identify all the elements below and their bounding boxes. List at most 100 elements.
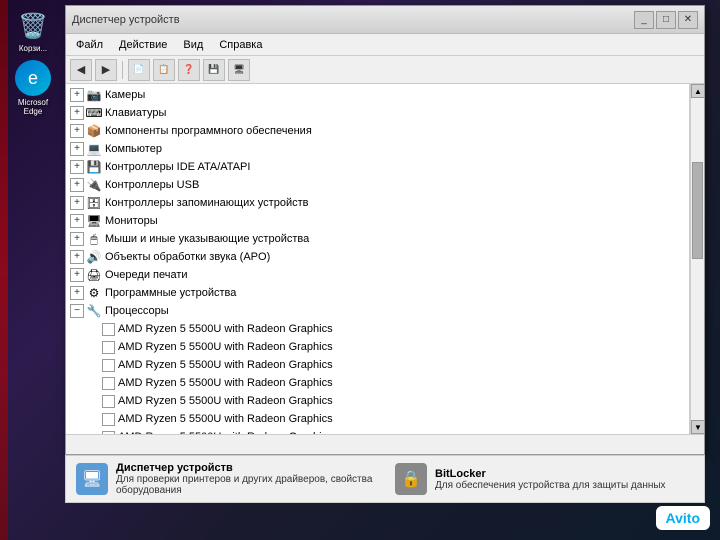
statusbar: [66, 434, 704, 454]
scroll-track: [691, 98, 704, 420]
bitlocker-card-icon: 🔒: [395, 463, 427, 495]
cpu-checkbox[interactable]: [102, 323, 115, 336]
device-tree[interactable]: +📷Камеры+⌨Клавиатуры+📦Компоненты програм…: [66, 84, 690, 434]
cpu-checkbox[interactable]: [102, 359, 115, 372]
minimize-button[interactable]: _: [634, 11, 654, 29]
tree-item[interactable]: AMD Ryzen 5 5500U with Radeon Graphics: [66, 410, 689, 428]
cpu-checkbox[interactable]: [102, 413, 115, 426]
tree-item-label: Объекты обработки звука (APO): [105, 251, 685, 263]
tree-expand-button[interactable]: +: [70, 232, 84, 246]
tree-item-icon: 🖥: [86, 213, 102, 229]
bitlocker-card-text: BitLocker Для обеспечения устройства для…: [435, 468, 666, 491]
tree-item[interactable]: AMD Ryzen 5 5500U with Radeon Graphics: [66, 374, 689, 392]
device-manager-card[interactable]: 🖥 Диспетчер устройств Для проверки принт…: [76, 462, 375, 496]
tree-item[interactable]: +🖱Мыши и иные указывающие устройства: [66, 230, 689, 248]
recycle-bin-icon[interactable]: 🗑️ Корзи...: [8, 8, 58, 53]
tree-item-icon: 🖱: [86, 231, 102, 247]
device-manager-card-desc: Для проверки принтеров и других драйверо…: [116, 474, 375, 496]
back-button[interactable]: ◀: [70, 59, 92, 81]
window-titlebar: Диспетчер устройств _ □ ✕: [66, 6, 704, 34]
tree-item[interactable]: +🔊Объекты обработки звука (APO): [66, 248, 689, 266]
tree-item-label: AMD Ryzen 5 5500U with Radeon Graphics: [118, 395, 685, 407]
tree-item-label: AMD Ryzen 5 5500U with Radeon Graphics: [118, 413, 685, 425]
recycle-bin-label: Корзи...: [19, 44, 47, 53]
tree-item-label: AMD Ryzen 5 5500U with Radeon Graphics: [118, 323, 685, 335]
tree-item-icon: 📷: [86, 87, 102, 103]
tree-item-icon: ⚙: [86, 285, 102, 301]
cpu-checkbox[interactable]: [102, 341, 115, 354]
tree-expand-button[interactable]: +: [70, 178, 84, 192]
tree-item-icon: 🖨: [86, 267, 102, 283]
bitlocker-card[interactable]: 🔒 BitLocker Для обеспечения устройства д…: [395, 462, 694, 496]
close-button[interactable]: ✕: [678, 11, 698, 29]
tree-item-icon: 🔧: [86, 303, 102, 319]
tree-item-label: Контроллеры запоминающих устройств: [105, 197, 685, 209]
update-button[interactable]: 📋: [153, 59, 175, 81]
toolbar: ◀ ▶ 📄 📋 ❓ 💾 🖥: [66, 56, 704, 84]
tree-expand-button[interactable]: +: [70, 268, 84, 282]
left-accent: [0, 0, 8, 540]
bottom-panel: 🖥 Диспетчер устройств Для проверки принт…: [65, 455, 705, 503]
tree-item[interactable]: AMD Ryzen 5 5500U with Radeon Graphics: [66, 338, 689, 356]
maximize-button[interactable]: □: [656, 11, 676, 29]
tree-item-label: AMD Ryzen 5 5500U with Radeon Graphics: [118, 341, 685, 353]
tree-item-label: AMD Ryzen 5 5500U with Radeon Graphics: [118, 359, 685, 371]
tree-expand-button[interactable]: +: [70, 142, 84, 156]
tree-item[interactable]: +💾Контроллеры IDE ATA/ATAPI: [66, 158, 689, 176]
tree-item[interactable]: +📷Камеры: [66, 86, 689, 104]
forward-button[interactable]: ▶: [95, 59, 117, 81]
help-button[interactable]: ❓: [178, 59, 200, 81]
bitlocker-card-title: BitLocker: [435, 468, 666, 480]
tree-expand-button[interactable]: +: [70, 106, 84, 120]
tree-item-label: Очереди печати: [105, 269, 685, 281]
menu-help[interactable]: Справка: [213, 37, 268, 53]
device-manager-card-text: Диспетчер устройств Для проверки принтер…: [116, 462, 375, 496]
tree-expand-button[interactable]: +: [70, 250, 84, 264]
tree-item[interactable]: +💻Компьютер: [66, 140, 689, 158]
edge-icon[interactable]: e MicrosofEdge: [8, 60, 58, 116]
tree-item[interactable]: +⚙Программные устройства: [66, 284, 689, 302]
tree-item[interactable]: +🔌Контроллеры USB: [66, 176, 689, 194]
cpu-checkbox[interactable]: [102, 395, 115, 408]
tree-item[interactable]: AMD Ryzen 5 5500U with Radeon Graphics: [66, 320, 689, 338]
tree-item[interactable]: +⌨Клавиатуры: [66, 104, 689, 122]
tree-item-label: Программные устройства: [105, 287, 685, 299]
tree-expand-button[interactable]: +: [70, 214, 84, 228]
tree-expand-button[interactable]: +: [70, 286, 84, 300]
recycle-bin-image: 🗑️: [15, 8, 51, 44]
menu-view[interactable]: Вид: [177, 37, 209, 53]
tree-expand-button[interactable]: +: [70, 124, 84, 138]
properties-button[interactable]: 📄: [128, 59, 150, 81]
tree-item-icon: ⌨: [86, 105, 102, 121]
tree-item[interactable]: +🗄Контроллеры запоминающих устройств: [66, 194, 689, 212]
tree-item[interactable]: AMD Ryzen 5 5500U with Radeon Graphics: [66, 392, 689, 410]
menu-action[interactable]: Действие: [113, 37, 173, 53]
scroll-down-button[interactable]: ▼: [691, 420, 704, 434]
tree-item-label: Компьютер: [105, 143, 685, 155]
computer-button[interactable]: 🖥: [228, 59, 250, 81]
tree-item[interactable]: +📦Компоненты программного обеспечения: [66, 122, 689, 140]
tree-expand-button[interactable]: −: [70, 304, 84, 318]
tree-item-icon: 💾: [86, 159, 102, 175]
scroll-up-button[interactable]: ▲: [691, 84, 704, 98]
tree-item[interactable]: +🖨Очереди печати: [66, 266, 689, 284]
scroll-thumb[interactable]: [692, 162, 703, 259]
scrollbar[interactable]: ▲ ▼: [690, 84, 704, 434]
tree-item[interactable]: −🔧Процессоры: [66, 302, 689, 320]
tree-item-icon: 📦: [86, 123, 102, 139]
cpu-checkbox[interactable]: [102, 377, 115, 390]
tree-item-label: Процессоры: [105, 305, 685, 317]
bitlocker-card-desc: Для обеспечения устройства для защиты да…: [435, 480, 666, 491]
menu-file[interactable]: Файл: [70, 37, 109, 53]
tree-item-label: Мыши и иные указывающие устройства: [105, 233, 685, 245]
tree-expand-button[interactable]: +: [70, 88, 84, 102]
tree-item[interactable]: AMD Ryzen 5 5500U with Radeon Graphics: [66, 356, 689, 374]
tree-item[interactable]: +🖥Мониторы: [66, 212, 689, 230]
device-manager-card-title: Диспетчер устройств: [116, 462, 375, 474]
tree-item-icon: 🗄: [86, 195, 102, 211]
edge-icon-image: e: [15, 60, 51, 96]
scan-button[interactable]: 💾: [203, 59, 225, 81]
window-controls: _ □ ✕: [634, 11, 698, 29]
tree-expand-button[interactable]: +: [70, 196, 84, 210]
tree-expand-button[interactable]: +: [70, 160, 84, 174]
